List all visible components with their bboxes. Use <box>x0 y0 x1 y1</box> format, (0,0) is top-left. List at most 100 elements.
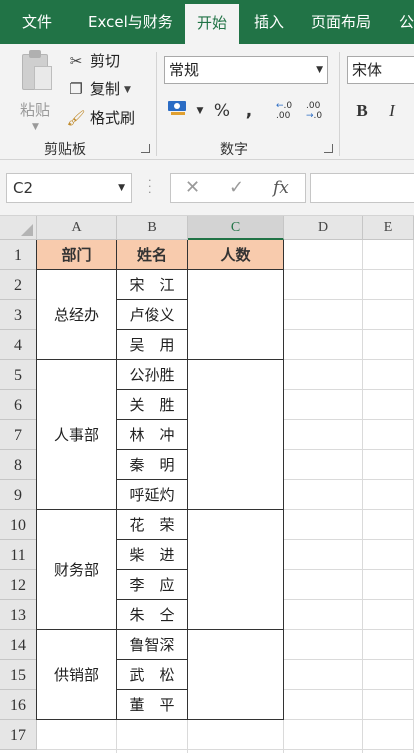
name-cell[interactable]: 柴 进 <box>117 540 188 570</box>
name-cell[interactable]: 宋 江 <box>117 270 188 300</box>
ribbon-tab-bar: 文件 Excel与财务 开始 插入 页面布局 公 <box>0 0 414 44</box>
copy-icon: ❐ <box>69 80 83 98</box>
column-header-d[interactable]: D <box>284 216 363 240</box>
name-box[interactable]: C2 ▼ <box>6 173 132 203</box>
cut-label: 剪切 <box>90 52 121 70</box>
paste-label: 粘贴 <box>20 101 51 119</box>
format-painter-label: 格式刷 <box>90 109 136 127</box>
gridline <box>37 749 414 750</box>
header-cell-count[interactable]: 人数 <box>188 240 284 270</box>
clipboard-launcher-icon[interactable] <box>141 144 150 153</box>
name-cell[interactable]: 花 荣 <box>117 510 188 540</box>
number-launcher-icon[interactable] <box>324 144 333 153</box>
select-all-button[interactable] <box>0 216 37 240</box>
chevron-down-icon[interactable]: ▼ <box>194 98 206 124</box>
tab-page-layout[interactable]: 页面布局 <box>311 0 371 44</box>
accounting-format-button[interactable] <box>166 98 190 124</box>
header-cell-department[interactable]: 部门 <box>37 240 117 270</box>
row-header-9[interactable]: 9 <box>0 480 37 510</box>
row-header-8[interactable]: 8 <box>0 450 37 480</box>
bold-button[interactable]: B <box>352 98 372 124</box>
ribbon-home: 粘贴 ▼ ✂ 剪切 ❐ 复制 ▼ 🖌 格式刷 剪贴板 常规 ▼ ▼ % , ←.0 .0… <box>0 44 414 160</box>
column-header-e[interactable]: E <box>363 216 414 240</box>
formula-buttons: ✕ ✓ fx <box>170 173 306 203</box>
tab-insert[interactable]: 插入 <box>254 0 284 44</box>
name-cell[interactable]: 朱 仝 <box>117 600 188 630</box>
column-header-c[interactable]: C <box>188 216 284 240</box>
name-cell[interactable]: 秦 明 <box>117 450 188 480</box>
chevron-down-icon[interactable]: ▼ <box>32 122 39 132</box>
copy-button[interactable]: ❐ 复制 ▼ <box>66 77 131 101</box>
department-cell[interactable]: 总经办 <box>37 270 117 360</box>
check-icon[interactable]: ✓ <box>229 174 244 202</box>
tab-home[interactable]: 开始 <box>185 4 240 44</box>
department-cell[interactable]: 财务部 <box>37 510 117 630</box>
name-cell[interactable]: 鲁智深 <box>117 630 188 660</box>
name-cell[interactable]: 公孙胜 <box>117 360 188 390</box>
copy-label: 复制 <box>90 80 121 98</box>
chevron-down-icon[interactable]: ▼ <box>124 85 131 95</box>
formula-bar: C2 ▼ · · · ✕ ✓ fx <box>0 160 414 216</box>
row-header-1[interactable]: 1 <box>0 240 37 270</box>
header-cell-name[interactable]: 姓名 <box>117 240 188 270</box>
font-name-select[interactable]: 宋体 <box>347 56 414 84</box>
row-header-3[interactable]: 3 <box>0 300 37 330</box>
row-header-7[interactable]: 7 <box>0 420 37 450</box>
row-header-15[interactable]: 15 <box>0 660 37 690</box>
row-header-17[interactable]: 17 <box>0 720 37 750</box>
italic-button[interactable]: I <box>382 98 402 124</box>
insert-function-button[interactable]: fx <box>273 174 289 202</box>
decrease-decimal-button[interactable]: .00 →.0 <box>306 98 328 124</box>
row-header-13[interactable]: 13 <box>0 600 37 630</box>
row-header-5[interactable]: 5 <box>0 360 37 390</box>
name-cell[interactable]: 林 冲 <box>117 420 188 450</box>
count-cell[interactable] <box>188 360 284 510</box>
department-cell[interactable]: 供销部 <box>37 630 117 720</box>
comma-style-button[interactable]: , <box>240 98 258 124</box>
name-cell[interactable]: 李 应 <box>117 570 188 600</box>
count-cell[interactable] <box>188 630 284 720</box>
column-header-b[interactable]: B <box>117 216 188 240</box>
tab-file[interactable]: 文件 <box>22 0 52 44</box>
row-header-4[interactable]: 4 <box>0 330 37 360</box>
department-cell[interactable]: 人事部 <box>37 360 117 510</box>
gridline <box>362 240 363 753</box>
count-cell[interactable] <box>188 270 284 360</box>
font-name-value: 宋体 <box>352 61 383 79</box>
clipboard-group-label: 剪贴板 <box>44 142 86 158</box>
name-cell[interactable]: 董 平 <box>117 690 188 720</box>
format-painter-button[interactable]: 🖌 格式刷 <box>66 106 135 130</box>
row-header-16[interactable]: 16 <box>0 690 37 720</box>
tab-excel-finance[interactable]: Excel与财务 <box>88 0 173 44</box>
drag-handle-icon[interactable]: · · · <box>148 175 152 198</box>
row-header-12[interactable]: 12 <box>0 570 37 600</box>
column-header-a[interactable]: A <box>37 216 117 240</box>
row-header-6[interactable]: 6 <box>0 390 37 420</box>
cancel-icon[interactable]: ✕ <box>185 174 200 202</box>
paintbrush-icon: 🖌 <box>66 109 86 127</box>
row-header-10[interactable]: 10 <box>0 510 37 540</box>
paste-button[interactable]: 粘贴 ▼ <box>14 50 56 132</box>
number-group-label: 数字 <box>220 142 248 158</box>
increase-decimal-button[interactable]: ←.0 .00 <box>276 98 298 124</box>
row-header-14[interactable]: 14 <box>0 630 37 660</box>
tab-formulas[interactable]: 公 <box>399 0 414 44</box>
worksheet-grid[interactable]: A B C D E 1 2 3 4 5 6 7 8 9 10 11 12 13 14 15 16 17 部门 姓名 人数 总经办宋… <box>0 216 414 753</box>
number-format-select[interactable]: 常规 ▼ <box>164 56 328 84</box>
scissors-icon: ✂ <box>69 52 83 70</box>
name-cell[interactable]: 吴 用 <box>117 330 188 360</box>
name-cell[interactable]: 武 松 <box>117 660 188 690</box>
accounting-icon <box>168 101 186 115</box>
number-format-value: 常规 <box>169 61 200 79</box>
chevron-down-icon[interactable]: ▼ <box>118 174 125 202</box>
name-cell[interactable]: 卢俊义 <box>117 300 188 330</box>
percent-style-button[interactable]: % <box>210 98 234 124</box>
row-header-2[interactable]: 2 <box>0 270 37 300</box>
name-cell[interactable]: 关 胜 <box>117 390 188 420</box>
name-cell[interactable]: 呼延灼 <box>117 480 188 510</box>
cut-button[interactable]: ✂ 剪切 <box>66 49 120 73</box>
row-header-11[interactable]: 11 <box>0 540 37 570</box>
formula-input[interactable] <box>310 173 414 203</box>
name-box-value: C2 <box>13 179 34 197</box>
count-cell[interactable] <box>188 510 284 630</box>
